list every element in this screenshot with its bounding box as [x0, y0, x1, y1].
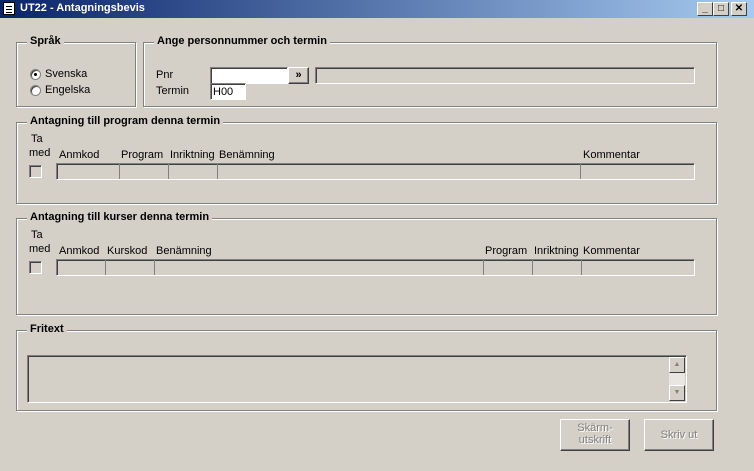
scroll-up-button[interactable]: ▲ [669, 357, 685, 373]
freetext-group: Fritext ▲ ▼ [16, 323, 717, 411]
radio-engelska-label[interactable]: Engelska [45, 84, 90, 96]
course-admission-legend: Antagning till kurser denna termin [27, 211, 213, 223]
person-group: Ange personnummer och termin Pnr » Termi… [143, 35, 717, 107]
language-group: Språk Svenska Engelska [16, 35, 136, 107]
radio-svenska[interactable] [30, 69, 41, 80]
termin-input[interactable] [210, 83, 246, 100]
freetext-textarea[interactable] [27, 355, 687, 403]
person-name-field [315, 67, 695, 84]
person-legend: Ange personnummer och termin [154, 35, 330, 47]
program-row[interactable] [56, 163, 695, 180]
scroll-down-button[interactable]: ▼ [669, 385, 685, 401]
app-icon [3, 2, 15, 15]
col-kommentar: Kommentar [583, 149, 640, 161]
col-benamning: Benämning [156, 245, 212, 257]
minimize-button[interactable]: _ [697, 2, 713, 16]
col-kommentar: Kommentar [583, 245, 640, 257]
radio-engelska[interactable] [30, 85, 41, 96]
print-button[interactable]: Skriv ut [644, 419, 714, 451]
take-along-label-bottom: med [29, 147, 51, 159]
lookup-button[interactable]: » [288, 67, 309, 84]
maximize-button[interactable]: □ [713, 2, 729, 16]
course-admission-group: Antagning till kurser denna termin Ta me… [16, 211, 717, 315]
screen-print-label-1: Skärm- [577, 422, 613, 434]
pnr-input[interactable] [210, 67, 288, 84]
freetext-legend: Fritext [27, 323, 67, 335]
col-benamning: Benämning [219, 149, 275, 161]
course-take-along-label-top: Ta [31, 229, 43, 241]
language-legend: Språk [27, 35, 64, 47]
close-button[interactable]: ✕ [731, 2, 747, 16]
col-kurskod: Kurskod [107, 245, 148, 257]
col-inriktning: Inriktning [534, 245, 579, 257]
col-inriktning: Inriktning [170, 149, 215, 161]
col-program: Program [121, 149, 164, 161]
take-along-label-top: Ta [31, 133, 43, 145]
program-admission-legend: Antagning till program denna termin [27, 115, 224, 127]
radio-svenska-label[interactable]: Svenska [45, 68, 87, 80]
col-anmkod: Anmkod [59, 245, 100, 257]
col-anmkod: Anmkod [59, 149, 100, 161]
pnr-label: Pnr [156, 69, 174, 81]
termin-label: Termin [156, 85, 190, 97]
course-row[interactable] [56, 259, 695, 276]
course-take-along-label-bottom: med [29, 243, 51, 255]
window-title: UT22 - Antagningsbevis [20, 2, 145, 14]
program-admission-group: Antagning till program denna termin Ta m… [16, 115, 717, 204]
screen-print-label-2: utskrift [578, 434, 612, 446]
screen-print-button[interactable]: Skärm- utskrift [560, 419, 630, 451]
program-take-along-checkbox[interactable] [29, 165, 42, 178]
title-bar: UT22 - Antagningsbevis _ □ ✕ [0, 0, 754, 18]
course-take-along-checkbox[interactable] [29, 261, 42, 274]
col-program: Program [485, 245, 528, 257]
freetext-scrollbar[interactable]: ▲ ▼ [669, 357, 685, 401]
